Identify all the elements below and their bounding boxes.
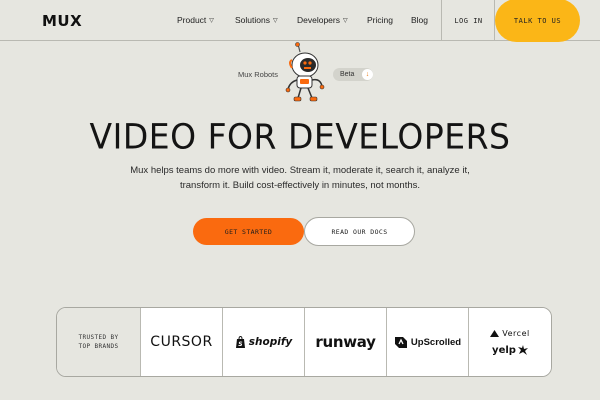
vercel-logo: Vercel [502, 328, 530, 338]
cursor-logo: CURSOR [150, 334, 213, 350]
nav-pricing[interactable]: Pricing [367, 15, 393, 25]
nav-product[interactable]: Product ▽ [177, 15, 214, 25]
get-started-button[interactable]: GET STARTED [193, 218, 304, 245]
hero-subtitle: Mux helps teams do more with video. Stre… [130, 165, 470, 191]
chevron-down-icon: ▽ [343, 18, 348, 24]
trusted-line-2: TOP BRANDS [78, 343, 119, 350]
mux-logo[interactable]: MUX [42, 12, 82, 30]
shopify-bag-icon: S [235, 335, 245, 348]
nav-solutions[interactable]: Solutions ▽ [235, 15, 278, 25]
vercel-triangle-icon [490, 329, 500, 337]
yelp-logo: yelp [492, 344, 516, 356]
talk-to-us-button[interactable]: TALK TO US [495, 0, 580, 42]
yelp-burst-icon [517, 345, 528, 355]
login-button[interactable]: LOG IN [442, 0, 495, 41]
brand-upscrolled: UpScrolled [386, 308, 468, 376]
runway-logo: runway [315, 333, 376, 351]
chevron-down-icon: ▽ [209, 18, 214, 24]
top-navigation: MUX Product ▽ Solutions ▽ Developers ▽ Pric… [0, 0, 600, 42]
beta-badge-label: Beta [340, 71, 355, 78]
nav-developers[interactable]: Developers ▽ [297, 15, 348, 25]
nav-solutions-label: Solutions [235, 15, 270, 25]
brand-cursor: CURSOR [140, 308, 222, 376]
trusted-by-label: TRUSTED BY TOP BRANDS [57, 308, 140, 376]
chevron-down-icon: ▽ [272, 18, 278, 24]
brand-shopify: S shopify [222, 308, 304, 376]
nav-developers-label: Developers [297, 15, 340, 25]
read-docs-button[interactable]: READ OUR DOCS [304, 217, 415, 246]
nav-pricing-label: Pricing [367, 15, 393, 25]
trusted-line-1: TRUSTED BY [78, 334, 119, 341]
robot-mascot-icon [285, 42, 325, 102]
nav-product-label: Product [177, 15, 207, 25]
trusted-brands-strip: TRUSTED BY TOP BRANDS CURSOR S shopify r… [56, 307, 552, 377]
nav-blog-label: Blog [411, 15, 429, 25]
brand-vercel-yelp: Vercel yelp [468, 308, 551, 376]
down-arrow-icon: ↓ [362, 69, 373, 80]
brand-runway: runway [304, 308, 386, 376]
upscrolled-logo: UpScrolled [410, 336, 462, 348]
announcement-label[interactable]: Mux Robots [238, 70, 278, 79]
hero-title: VIDEO FOR DEVELOPERS [89, 116, 511, 157]
nav-blog[interactable]: Blog [411, 15, 428, 25]
shopify-logo: shopify [248, 336, 293, 348]
svg-text:S: S [238, 341, 242, 348]
upscrolled-mark-icon [394, 337, 407, 348]
